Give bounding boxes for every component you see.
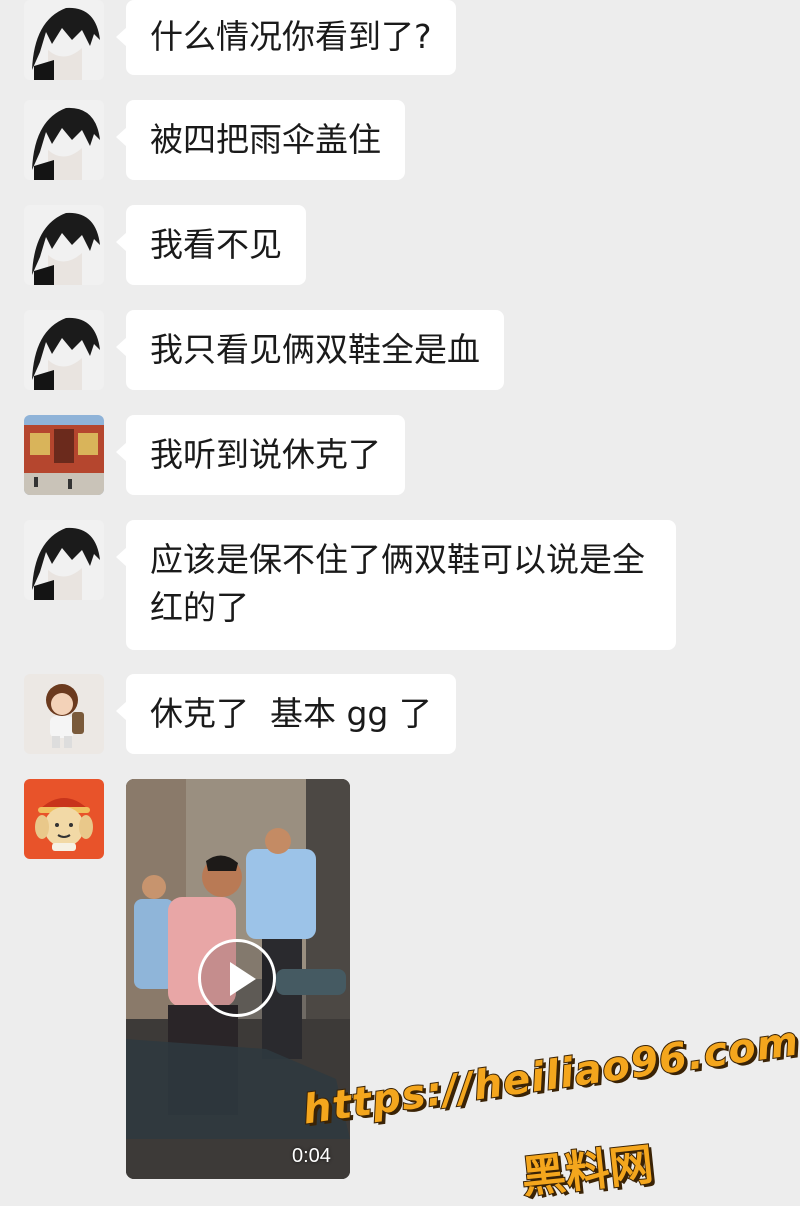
dog-cartoon-icon bbox=[24, 779, 104, 859]
message-bubble[interactable]: 我只看见俩双鞋全是血 bbox=[116, 310, 504, 390]
dark-hair-avatar-icon bbox=[24, 205, 104, 285]
message-bubble[interactable]: 被四把雨伞盖住 bbox=[116, 100, 405, 180]
dark-hair-avatar-icon bbox=[24, 310, 104, 390]
watermark-url: https://heiliao96.com bbox=[299, 1017, 800, 1134]
cartoon-kid-icon bbox=[24, 674, 104, 754]
video-duration: 0:04 bbox=[292, 1145, 331, 1167]
message-bubble[interactable]: 休克了 基本 gg 了 bbox=[116, 674, 456, 754]
avatar[interactable] bbox=[24, 100, 104, 180]
avatar[interactable] bbox=[24, 0, 104, 80]
play-icon[interactable] bbox=[198, 939, 276, 1017]
message-bubble[interactable]: 我看不见 bbox=[116, 205, 306, 285]
avatar[interactable] bbox=[24, 779, 104, 859]
avatar[interactable] bbox=[24, 674, 104, 754]
message-bubble[interactable]: 应该是保不住了俩双鞋可以说是全 红的了 bbox=[116, 520, 676, 650]
avatar[interactable] bbox=[24, 415, 104, 495]
avatar[interactable] bbox=[24, 310, 104, 390]
dark-hair-avatar-icon bbox=[24, 100, 104, 180]
avatar[interactable] bbox=[24, 205, 104, 285]
message-bubble[interactable]: 什么情况你看到了? bbox=[116, 0, 456, 75]
dark-hair-avatar-icon bbox=[24, 0, 104, 80]
temple-photo-icon bbox=[24, 415, 104, 495]
dark-hair-avatar-icon bbox=[24, 520, 104, 600]
watermark-name: 黑料网 bbox=[518, 1138, 657, 1205]
message-bubble[interactable]: 我听到说休克了 bbox=[116, 415, 405, 495]
avatar[interactable] bbox=[24, 520, 104, 600]
